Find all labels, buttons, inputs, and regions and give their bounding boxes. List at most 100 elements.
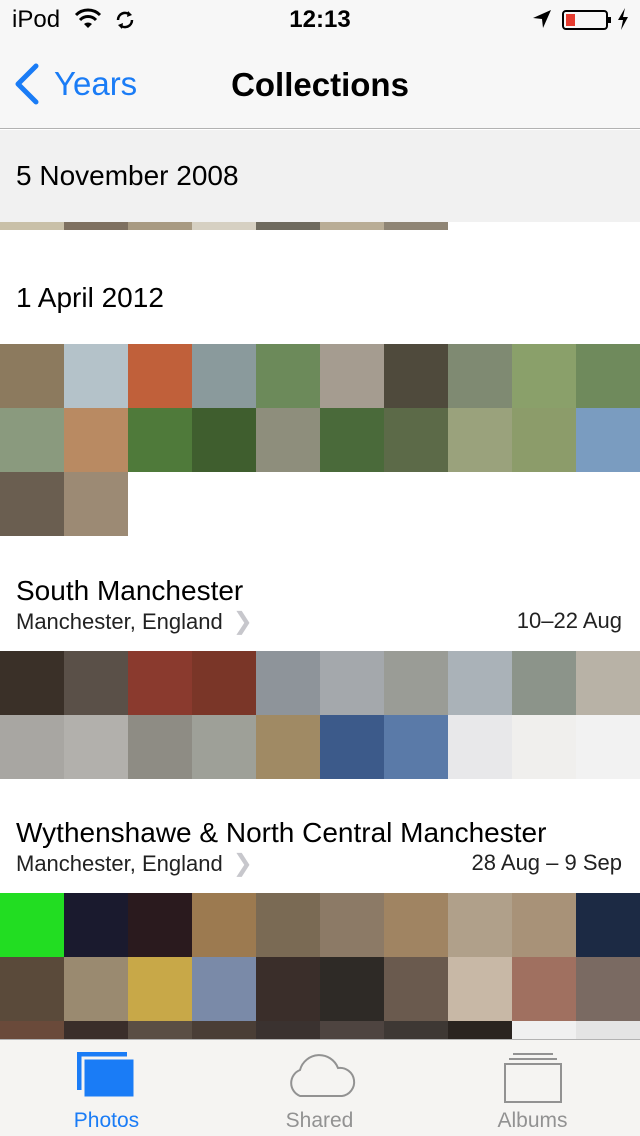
photo-thumbnail[interactable]	[384, 408, 448, 472]
photo-thumbnail[interactable]	[320, 344, 384, 408]
photo-thumbnail[interactable]	[384, 957, 448, 1021]
photo-thumbnail[interactable]	[576, 408, 640, 472]
photo-thumbnail[interactable]	[0, 651, 64, 715]
photo-thumbnail[interactable]	[320, 715, 384, 779]
photo-thumbnail[interactable]	[128, 408, 192, 472]
photo-thumbnail[interactable]	[128, 651, 192, 715]
photo-thumbnail[interactable]	[448, 893, 512, 957]
section-header-1-april-2012[interactable]: 1 April 2012	[0, 280, 640, 316]
photo-thumbnail[interactable]	[192, 344, 256, 408]
section-header-south-manchester[interactable]: South Manchester	[0, 573, 640, 609]
section-title: South Manchester	[16, 575, 244, 606]
photo-thumbnail[interactable]	[256, 893, 320, 957]
photo-thumbnail[interactable]	[128, 1021, 192, 1039]
photo-thumbnail[interactable]	[576, 651, 640, 715]
photo-thumbnail[interactable]	[64, 1021, 128, 1039]
cloud-icon	[289, 1054, 355, 1097]
section-title: 1 April 2012	[16, 282, 164, 313]
photo-thumbnail[interactable]	[0, 222, 64, 230]
photo-thumbnail[interactable]	[192, 1021, 256, 1039]
photo-thumbnail[interactable]	[256, 715, 320, 779]
photo-thumbnail[interactable]	[64, 472, 128, 536]
photo-thumbnail[interactable]	[320, 957, 384, 1021]
photo-thumbnail[interactable]	[448, 408, 512, 472]
tab-shared[interactable]: Shared	[213, 1040, 426, 1136]
photo-thumbnail[interactable]	[64, 222, 128, 230]
photo-thumbnail[interactable]	[576, 957, 640, 1021]
photo-thumbnail[interactable]	[448, 957, 512, 1021]
photo-thumbnail[interactable]	[512, 1021, 576, 1039]
photo-thumbnail[interactable]	[448, 651, 512, 715]
photo-thumbnail[interactable]	[448, 1021, 512, 1039]
photo-thumbnail[interactable]	[576, 715, 640, 779]
photo-thumbnail[interactable]	[512, 957, 576, 1021]
photo-thumbnail[interactable]	[128, 715, 192, 779]
photo-thumbnail[interactable]	[320, 222, 384, 230]
photo-thumbnail[interactable]	[192, 408, 256, 472]
photo-thumbnail[interactable]	[512, 344, 576, 408]
status-bar: iPod 12:13	[0, 0, 640, 40]
photo-thumbnail[interactable]	[192, 651, 256, 715]
tab-photos[interactable]: Photos	[0, 1040, 213, 1136]
photo-thumbnail[interactable]	[256, 408, 320, 472]
photo-thumbnail[interactable]	[512, 893, 576, 957]
photo-thumbnail[interactable]	[64, 893, 128, 957]
navigation-bar: Years Collections	[0, 40, 640, 129]
photo-thumbnail[interactable]	[576, 893, 640, 957]
section-subtitle-row: Manchester, England ❯ 28 Aug – 9 Sep	[16, 848, 622, 878]
location-link[interactable]: Manchester, England ❯	[16, 849, 253, 878]
photo-thumbnail[interactable]	[256, 957, 320, 1021]
photo-thumbnail[interactable]	[0, 408, 64, 472]
photo-thumbnail[interactable]	[128, 344, 192, 408]
photo-thumbnail[interactable]	[0, 1021, 64, 1039]
battery-icon	[562, 10, 611, 30]
photo-thumbnail[interactable]	[448, 344, 512, 408]
photo-thumbnail[interactable]	[64, 957, 128, 1021]
photo-thumbnail[interactable]	[512, 408, 576, 472]
photo-thumbnail[interactable]	[128, 893, 192, 957]
photo-thumbnail[interactable]	[128, 222, 192, 230]
photo-grid-april-2012	[0, 344, 640, 536]
date-range: 28 Aug – 9 Sep	[471, 850, 622, 875]
tab-albums[interactable]: Albums	[426, 1040, 639, 1136]
section-header-wythenshawe[interactable]: Wythenshawe & North Central Manchester	[0, 815, 640, 851]
photo-thumbnail[interactable]	[192, 715, 256, 779]
photo-thumbnail[interactable]	[384, 715, 448, 779]
photo-thumbnail[interactable]	[512, 651, 576, 715]
photo-thumbnail[interactable]	[576, 1021, 640, 1039]
photo-thumbnail[interactable]	[0, 344, 64, 408]
photo-thumbnail[interactable]	[576, 344, 640, 408]
photo-thumbnail[interactable]	[64, 651, 128, 715]
photo-thumbnail[interactable]	[192, 893, 256, 957]
photo-thumbnail[interactable]	[384, 344, 448, 408]
photo-thumbnail[interactable]	[320, 1021, 384, 1039]
photo-thumbnail[interactable]	[320, 651, 384, 715]
photo-thumbnail[interactable]	[64, 344, 128, 408]
photo-thumbnail[interactable]	[384, 893, 448, 957]
photo-grid-2008	[0, 222, 640, 230]
photo-thumbnail[interactable]	[192, 222, 256, 230]
tab-label: Albums	[497, 1109, 568, 1132]
photo-thumbnail[interactable]	[448, 715, 512, 779]
location-link[interactable]: Manchester, England ❯	[16, 607, 253, 636]
photo-thumbnail[interactable]	[0, 957, 64, 1021]
photo-thumbnail[interactable]	[320, 408, 384, 472]
photo-thumbnail[interactable]	[64, 408, 128, 472]
photo-thumbnail[interactable]	[320, 893, 384, 957]
section-header-5-november-2008[interactable]: 5 November 2008	[0, 130, 640, 222]
photo-thumbnail[interactable]	[256, 1021, 320, 1039]
photo-thumbnail[interactable]	[192, 957, 256, 1021]
photo-thumbnail[interactable]	[128, 957, 192, 1021]
photo-thumbnail[interactable]	[64, 715, 128, 779]
photo-thumbnail[interactable]	[256, 222, 320, 230]
photo-thumbnail[interactable]	[384, 222, 448, 230]
photo-thumbnail[interactable]	[384, 651, 448, 715]
tab-label: Shared	[285, 1109, 354, 1132]
photo-thumbnail[interactable]	[512, 715, 576, 779]
photo-thumbnail[interactable]	[384, 1021, 448, 1039]
photo-thumbnail[interactable]	[0, 715, 64, 779]
photo-thumbnail[interactable]	[0, 472, 64, 536]
photo-thumbnail[interactable]	[256, 651, 320, 715]
photo-thumbnail[interactable]	[0, 893, 64, 957]
photo-thumbnail[interactable]	[256, 344, 320, 408]
